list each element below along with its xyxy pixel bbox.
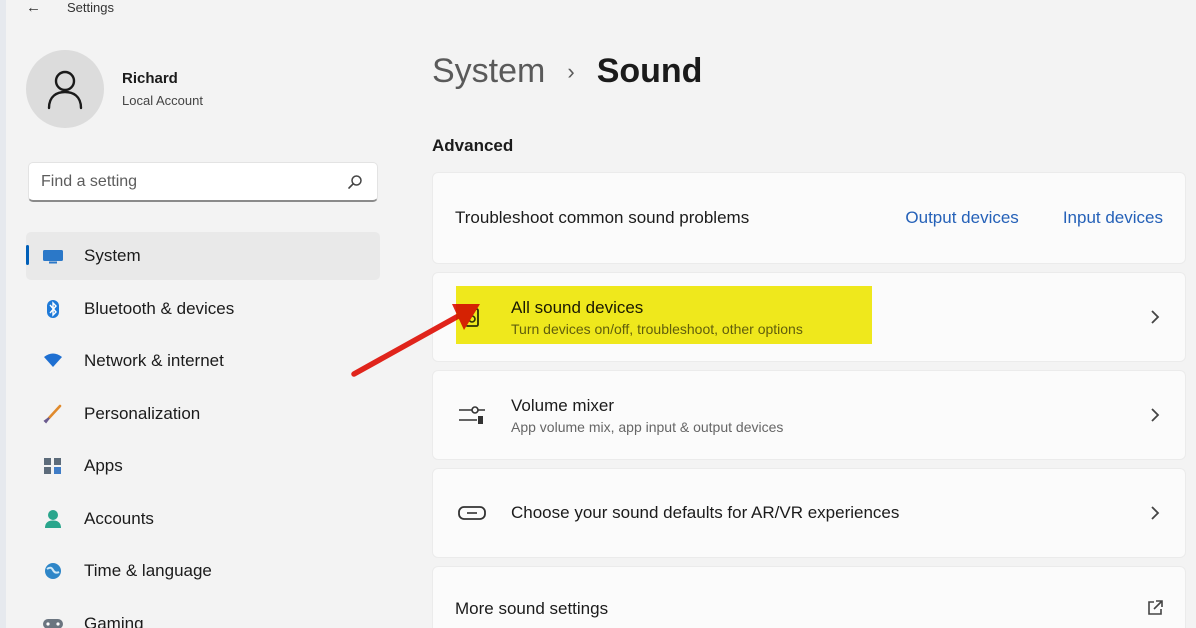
sidebar-nav: System Bluetooth & devices Network & int… — [26, 232, 380, 628]
system-monitor-icon — [40, 245, 66, 267]
sidebar-item-label: Personalization — [84, 403, 201, 423]
search-input[interactable] — [41, 172, 345, 191]
active-indicator — [26, 245, 29, 265]
user-profile[interactable]: Richard Local Account — [26, 50, 203, 128]
sidebar-item-apps[interactable]: Apps — [26, 442, 380, 490]
search-icon[interactable] — [345, 172, 365, 192]
sidebar-item-time-language[interactable]: Time & language — [26, 547, 380, 595]
bluetooth-icon — [40, 298, 66, 320]
sidebar-item-gaming[interactable]: Gaming — [26, 600, 380, 628]
person-icon — [47, 70, 83, 110]
ar-vr-defaults-row[interactable]: Choose your sound defaults for AR/VR exp… — [432, 468, 1186, 558]
sidebar-item-accounts[interactable]: Accounts — [26, 495, 380, 543]
volume-mixer-icon — [455, 402, 489, 428]
chevron-right-icon — [1125, 407, 1185, 423]
profile-name: Richard — [122, 70, 178, 87]
breadcrumb-separator: › — [567, 58, 575, 84]
page-title: Sound — [596, 52, 703, 90]
external-link-icon — [1125, 599, 1185, 617]
vr-headset-icon — [455, 500, 489, 526]
more-sound-settings-row[interactable]: More sound settings — [432, 566, 1186, 628]
window-left-edge — [0, 0, 6, 628]
search-box[interactable] — [28, 162, 378, 202]
app-title: Settings — [67, 0, 114, 15]
sidebar-item-label: Bluetooth & devices — [84, 298, 235, 318]
row-title: Volume mixer — [511, 395, 614, 415]
row-title: Choose your sound defaults for AR/VR exp… — [511, 503, 900, 522]
sidebar-item-label: System — [84, 246, 141, 265]
gaming-icon — [40, 613, 66, 628]
sidebar-item-label: Apps — [84, 456, 123, 475]
output-devices-link[interactable]: Output devices — [905, 208, 1018, 228]
brush-icon — [40, 403, 66, 425]
back-arrow-icon[interactable]: ← — [26, 0, 41, 15]
avatar[interactable] — [26, 50, 104, 128]
apps-icon — [40, 455, 66, 477]
row-subtitle: App volume mix, app input & output devic… — [511, 418, 784, 435]
title-bar: ← Settings — [26, 0, 114, 20]
sidebar-item-bluetooth[interactable]: Bluetooth & devices — [26, 285, 380, 333]
breadcrumb-parent[interactable]: System — [432, 52, 545, 91]
volume-mixer-row[interactable]: Volume mixer App volume mix, app input &… — [432, 370, 1186, 460]
globe-clock-icon — [40, 560, 66, 582]
wifi-icon — [40, 350, 66, 372]
sidebar-item-label: Time & language — [84, 561, 212, 580]
sidebar-item-label: Accounts — [84, 508, 154, 528]
troubleshoot-label: Troubleshoot common sound problems — [455, 208, 750, 227]
chevron-right-icon — [1125, 309, 1185, 325]
section-heading: Advanced — [432, 136, 514, 155]
input-devices-link[interactable]: Input devices — [1063, 208, 1163, 228]
sidebar-item-personalization[interactable]: Personalization — [26, 390, 380, 438]
breadcrumb: System › Sound — [432, 52, 702, 91]
sidebar-item-label: Network & internet — [84, 351, 224, 370]
sidebar-item-network[interactable]: Network & internet — [26, 337, 380, 385]
yellow-highlight — [456, 286, 872, 344]
sidebar-item-system[interactable]: System — [26, 232, 380, 280]
accounts-icon — [40, 508, 66, 530]
profile-account-type: Local Account — [122, 93, 203, 108]
row-title: More sound settings — [455, 599, 609, 618]
chevron-right-icon — [1125, 505, 1185, 521]
troubleshoot-card: Troubleshoot common sound problems Outpu… — [432, 172, 1186, 264]
sidebar-item-label: Gaming — [84, 613, 144, 628]
